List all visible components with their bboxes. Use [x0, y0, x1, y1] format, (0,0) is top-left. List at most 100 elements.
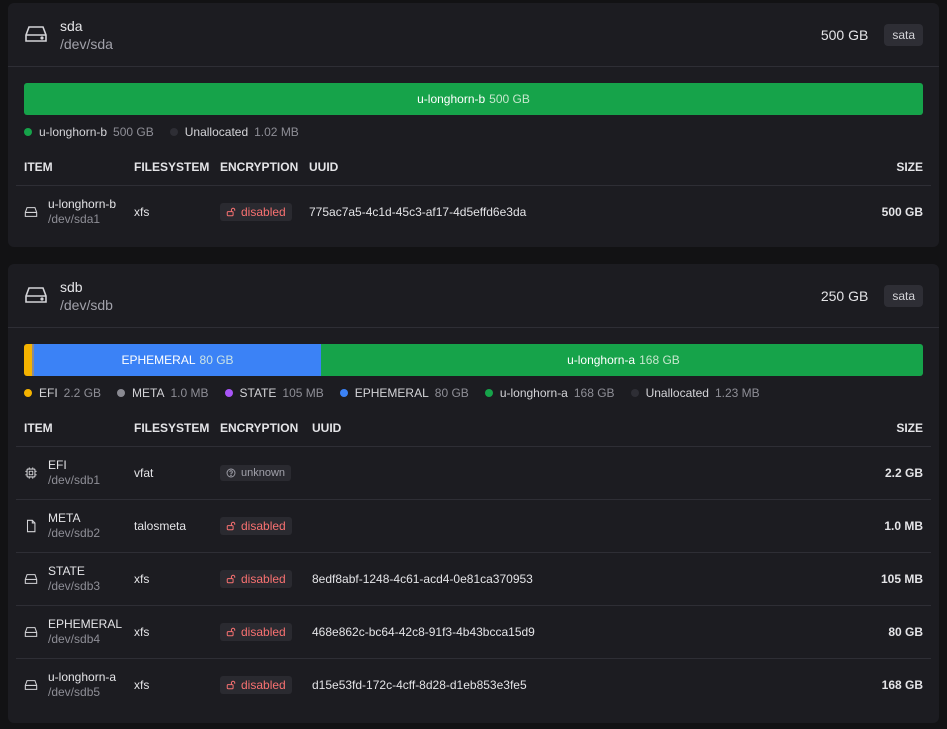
disk-card-sda: sda /dev/sda 500 GB sata u-longhorn-b 500… — [8, 3, 939, 247]
column-header: ITEM — [16, 149, 126, 186]
size-cell: 105 MB — [871, 552, 931, 606]
table-header-row: ITEM FILESYSTEM ENCRYPTION UUID SIZE — [16, 410, 931, 447]
unlock-icon — [226, 574, 236, 583]
partition-segment[interactable]: EPHEMERAL 80 GB — [33, 344, 322, 376]
filesystem-cell: xfs — [126, 605, 212, 659]
unlock-icon — [226, 521, 236, 530]
size-cell: 2.2 GB — [871, 446, 931, 500]
disk-name: sdb — [60, 278, 83, 295]
filesystem-cell: talosmeta — [126, 499, 212, 553]
encryption-badge: disabled — [220, 675, 292, 694]
legend-size: 1.23 MB — [714, 386, 760, 400]
legend-item: u-longhorn-a 168 GB — [484, 386, 615, 400]
item-path: /dev/sdb3 — [48, 578, 101, 593]
item-name: STATE — [48, 563, 85, 578]
filesystem-cell: xfs — [126, 552, 212, 606]
segment-label: u-longhorn-a — [567, 353, 636, 367]
bus-badge: sata — [884, 23, 923, 46]
column-header: ENCRYPTION — [212, 149, 301, 186]
table-row[interactable]: EPHEMERAL/dev/sdb4 xfs disabled 468e862c-bc… — [16, 605, 931, 659]
table-row[interactable]: STATE/dev/sdb3 xfs disabled 8edf8abf-1248-4… — [16, 552, 931, 606]
legend-dot — [24, 128, 32, 136]
legend-label: Unallocated — [645, 386, 709, 400]
partition-segment[interactable]: u-longhorn-a 168 GB — [321, 344, 923, 376]
legend-size: 168 GB — [573, 386, 615, 400]
bus-badge: sata — [884, 284, 923, 307]
hard-drive-icon — [25, 25, 47, 42]
filesystem-cell: vfat — [126, 446, 212, 500]
partition-segment[interactable] — [24, 344, 32, 376]
encryption-label: disabled — [241, 624, 286, 639]
partition-segment[interactable]: u-longhorn-b 500 GB — [24, 83, 923, 115]
legend-dot — [117, 389, 126, 397]
column-header: FILESYSTEM — [126, 149, 212, 186]
size-cell: 500 GB — [881, 204, 923, 219]
legend-label: u-longhorn-a — [499, 386, 568, 400]
item-name: EFI — [48, 457, 67, 472]
segment-label: EPHEMERAL — [121, 353, 196, 367]
item-path: /dev/sdb5 — [48, 684, 101, 699]
legend-size: 80 GB — [434, 386, 469, 400]
legend-dot — [169, 128, 178, 136]
table-row[interactable]: u-longhorn-b/dev/sda1 xfs disabled 775ac7a5… — [16, 185, 931, 238]
table-row[interactable]: META/dev/sdb2 talosmeta disabled 1.0 MB — [16, 499, 931, 553]
column-header: ITEM — [16, 410, 126, 447]
disk-header: sdb /dev/sdb 250 GB sata — [8, 264, 939, 328]
partition-bar: EPHEMERAL 80 GB u-longhorn-a 168 GB — [24, 344, 923, 376]
uuid-cell: d15e53fd-172c-4cff-8d28-d1eb853e3fe5 — [312, 677, 527, 692]
item-path: /dev/sdb2 — [48, 525, 101, 540]
legend-label: EPHEMERAL — [354, 386, 429, 400]
filesystem-cell: xfs — [134, 204, 150, 219]
legend-item: EFI 2.2 GB — [24, 386, 101, 400]
column-header: ENCRYPTION — [212, 410, 304, 447]
item-name: EPHEMERAL — [48, 616, 123, 631]
table-header-row: ITEM FILESYSTEM ENCRYPTION UUID SIZE — [16, 149, 931, 186]
legend-label: Unallocated — [184, 125, 249, 139]
encryption-cell: disabled — [212, 185, 301, 238]
size-cell: 1.0 MB — [871, 499, 931, 553]
encryption-cell: disabled — [212, 605, 304, 659]
filesystem-cell: xfs — [134, 677, 150, 692]
segment-size: 500 GB — [489, 92, 530, 106]
encryption-badge: disabled — [220, 516, 292, 535]
legend-size: 1.0 MB — [170, 386, 209, 400]
table-row[interactable]: EFI/dev/sdb1 vfat unknown 2.2 GB — [16, 446, 931, 500]
legend-item: Unallocated 1.02 MB — [169, 125, 299, 139]
uuid-cell: 775ac7a5-4c1d-45c3-af17-4d5effd6e3da — [309, 204, 527, 219]
column-header: FILESYSTEM — [126, 410, 212, 447]
encryption-badge: disabled — [220, 202, 292, 221]
legend-item: META 1.0 MB — [117, 386, 209, 400]
legend-size: 1.02 MB — [254, 125, 299, 139]
legend-dot — [339, 389, 348, 397]
partition-table: ITEM FILESYSTEM ENCRYPTION UUID SIZE EFI/dev/… — [16, 410, 931, 711]
disk-size: 500 GB — [820, 26, 869, 43]
uuid-cell — [304, 446, 871, 500]
unlock-icon — [226, 680, 236, 689]
legend-label: u-longhorn-b — [39, 125, 108, 139]
table-row[interactable]: u-longhorn-a/dev/sdb5 xfs disabled d15e53fd… — [16, 658, 931, 711]
partition-bar: u-longhorn-b 500 GB — [24, 83, 923, 115]
uuid-cell: 468e862c-bc64-42c8-91f3-4b43bcca15d9 — [304, 605, 871, 659]
question-circle-icon — [226, 468, 236, 477]
item-path: /dev/sda1 — [48, 211, 101, 226]
drive-icon — [24, 626, 38, 637]
item-path: /dev/sdb1 — [48, 472, 101, 487]
legend-dot — [224, 389, 233, 397]
hard-drive-icon — [25, 286, 47, 303]
size-cell: 168 GB — [881, 677, 923, 692]
disk-path: /dev/sdb — [60, 296, 113, 313]
legend-label: STATE — [239, 386, 277, 400]
disk-header: sda /dev/sda 500 GB sata — [8, 3, 939, 67]
encryption-label: unknown — [241, 466, 286, 479]
disk-name: sda — [60, 17, 83, 34]
legend-dot — [630, 389, 639, 397]
encryption-badge: disabled — [220, 622, 292, 641]
encryption-cell: disabled — [212, 499, 304, 553]
encryption-label: disabled — [241, 518, 286, 533]
encryption-cell: disabled — [212, 552, 304, 606]
size-cell: 80 GB — [871, 605, 931, 659]
unlock-icon — [226, 207, 236, 216]
item-path: /dev/sdb4 — [48, 631, 101, 646]
disk-path: /dev/sda — [60, 35, 113, 52]
item-name: u-longhorn-b — [48, 196, 117, 211]
